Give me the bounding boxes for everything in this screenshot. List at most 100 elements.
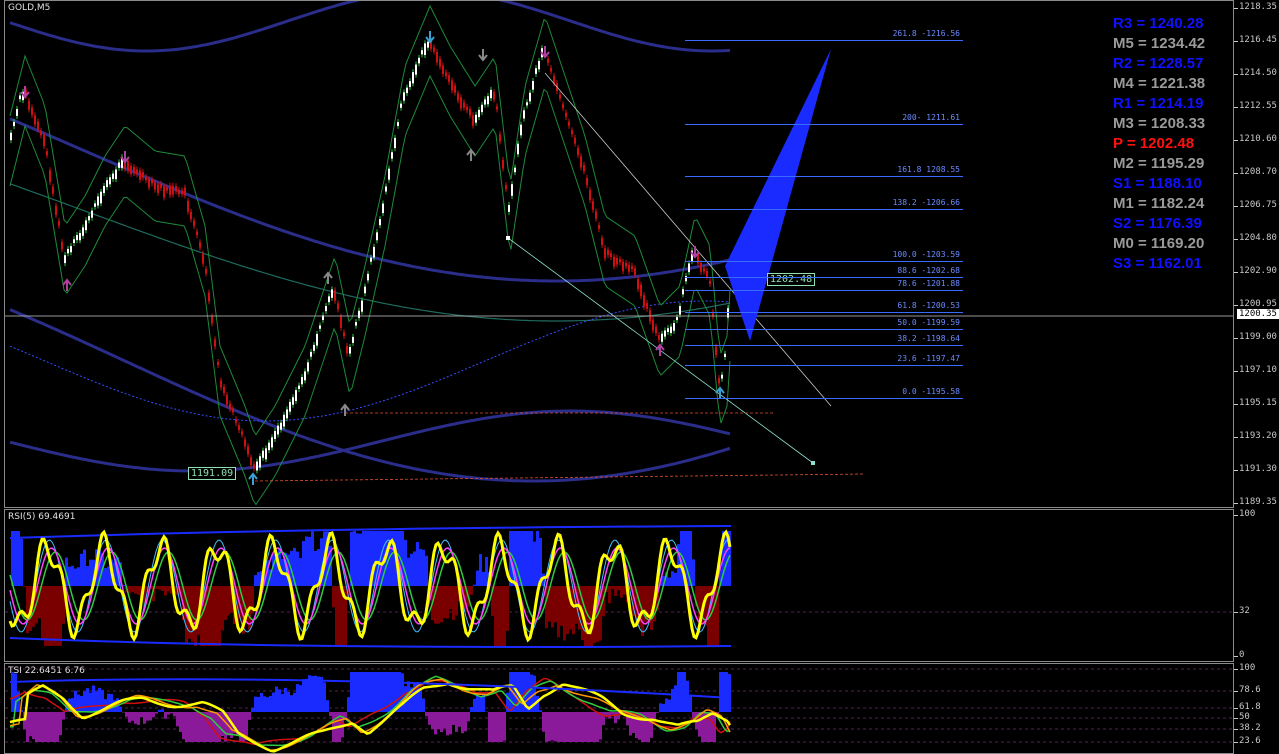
candle-body bbox=[76, 234, 78, 241]
tsi-axis-tick: 61.8 bbox=[1234, 702, 1261, 712]
rsi-histogram-bar bbox=[671, 571, 674, 586]
candle-body bbox=[583, 165, 585, 172]
candle-body bbox=[130, 165, 132, 174]
tsi-histogram-bar bbox=[290, 695, 293, 712]
tsi-histogram-bar bbox=[323, 682, 326, 712]
candle-body bbox=[499, 134, 501, 142]
candle-body bbox=[643, 295, 645, 307]
rsi-histogram-bar bbox=[410, 553, 413, 586]
tsi-histogram-bar bbox=[305, 678, 308, 712]
tsi-histogram-bar bbox=[287, 691, 290, 712]
rsi-histogram-bar bbox=[362, 531, 365, 586]
tsi-histogram-bar bbox=[125, 712, 128, 717]
rsi-histogram-bar bbox=[500, 586, 503, 646]
fib-level-label: 0.0 -1195.58 bbox=[902, 387, 960, 396]
price-axis[interactable]: 1218.35 1216.45 1214.50 1212.55 1210.60 1208.… bbox=[1234, 0, 1279, 508]
rsi-pane[interactable]: RSI(5) 69.4691 bbox=[4, 509, 1234, 662]
candle-body bbox=[364, 286, 366, 294]
rsi-histogram-bar bbox=[299, 558, 302, 586]
tsi-histogram-bar bbox=[167, 712, 170, 715]
tsi-histogram-bar bbox=[674, 685, 677, 712]
candle-body bbox=[181, 190, 183, 195]
candle-body bbox=[679, 306, 681, 315]
candle-body bbox=[358, 310, 360, 318]
tsi-histogram-bar bbox=[647, 712, 650, 742]
tsi-histogram-bar bbox=[239, 712, 242, 742]
candle-body bbox=[475, 114, 477, 123]
rsi-histogram-bar bbox=[218, 586, 221, 646]
price-axis-tick: 1200.95 bbox=[1234, 299, 1277, 309]
tsi-histogram-bar bbox=[371, 672, 374, 712]
tsi-histogram-bar bbox=[602, 712, 605, 726]
candle-body bbox=[604, 248, 606, 259]
candle-body bbox=[235, 419, 237, 423]
rsi-histogram-bar bbox=[74, 568, 77, 586]
price-chart-pane[interactable]: GOLD,M5 1202.48 1191.09 261.8 -1216.56 20… bbox=[4, 0, 1234, 508]
rsi-histogram-bar bbox=[353, 531, 356, 586]
candle-body bbox=[547, 58, 549, 63]
candle-body bbox=[700, 262, 702, 272]
candle-body bbox=[247, 446, 249, 455]
candle-body bbox=[310, 351, 312, 357]
tsi-histogram-bar bbox=[464, 712, 467, 732]
rsi-histogram-bar bbox=[365, 531, 368, 586]
fib-level-line bbox=[685, 398, 963, 399]
candle-body bbox=[619, 259, 621, 263]
pivot-level: M2 = 1195.29 bbox=[1113, 155, 1205, 172]
candle-body bbox=[709, 280, 711, 285]
tsi-pane[interactable]: TSI 22.6451 6.76 bbox=[4, 663, 1234, 754]
tsi-histogram-bar bbox=[554, 712, 557, 742]
candle-body bbox=[661, 333, 663, 342]
candle-body bbox=[88, 216, 90, 221]
candle-body bbox=[145, 177, 147, 181]
rsi-histogram-bar bbox=[104, 568, 107, 586]
candle-body bbox=[10, 132, 12, 141]
tsi-histogram-bar bbox=[479, 697, 482, 712]
candle-body bbox=[16, 108, 18, 116]
signal-arrow-up bbox=[340, 403, 350, 416]
tsi-histogram-bar bbox=[77, 694, 80, 712]
tsi-histogram-bar bbox=[62, 712, 65, 720]
tsi-histogram-bar bbox=[185, 712, 188, 742]
candle-body bbox=[82, 227, 84, 236]
fib-level-label: 138.2 -1206.66 bbox=[892, 198, 960, 207]
candle-body bbox=[262, 450, 264, 458]
candle-body bbox=[34, 115, 36, 125]
candle-body bbox=[613, 256, 615, 267]
candle-body bbox=[571, 130, 573, 135]
tsi-axis[interactable]: 100 78.6 61.8 50 38.2 23.6 bbox=[1233, 663, 1279, 754]
tsi-histogram-bar bbox=[353, 672, 356, 712]
tsi-histogram-bar bbox=[617, 712, 620, 720]
candle-body bbox=[346, 345, 348, 354]
tsi-histogram-bar bbox=[566, 712, 569, 742]
tsi-histogram-bar bbox=[494, 712, 497, 742]
candle-body bbox=[652, 319, 654, 331]
candle-body bbox=[421, 50, 423, 55]
rsi-histogram-bar bbox=[503, 586, 506, 646]
candle-body bbox=[157, 184, 159, 193]
price-axis-tick: 1193.20 bbox=[1234, 431, 1277, 441]
tsi-histogram-bar bbox=[146, 712, 149, 721]
rsi-histogram-bar bbox=[41, 586, 44, 640]
rsi-histogram-bar bbox=[413, 551, 416, 586]
candle-body bbox=[280, 422, 282, 430]
tsi-histogram-bar bbox=[149, 712, 152, 721]
price-chart-canvas[interactable] bbox=[5, 1, 1234, 508]
candle-body bbox=[217, 361, 219, 366]
rsi-axis[interactable]: 100 32 0 bbox=[1233, 509, 1279, 662]
tsi-histogram-bar bbox=[257, 696, 260, 712]
tsi-histogram-bar bbox=[440, 712, 443, 733]
candle-body bbox=[316, 333, 318, 346]
tsi-histogram-bar bbox=[80, 695, 83, 712]
candle-body bbox=[451, 80, 453, 91]
rsi-histogram-bar bbox=[59, 586, 62, 646]
tsi-histogram-bar bbox=[266, 697, 269, 712]
candle-body bbox=[142, 172, 144, 178]
candle-body bbox=[94, 203, 96, 207]
tsi-canvas[interactable] bbox=[5, 664, 1234, 754]
tsi-histogram-bar bbox=[299, 685, 302, 712]
candle-body bbox=[349, 346, 351, 354]
fib-level-line bbox=[685, 261, 963, 262]
rsi-canvas[interactable] bbox=[5, 510, 1234, 662]
tsi-histogram-bar bbox=[458, 712, 461, 727]
